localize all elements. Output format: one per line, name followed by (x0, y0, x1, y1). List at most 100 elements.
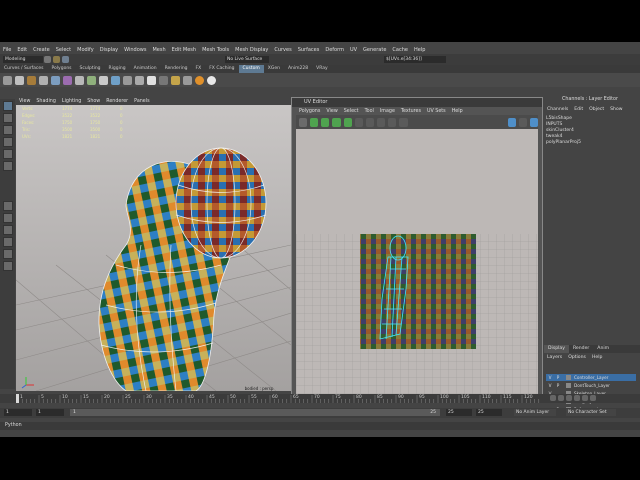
paint-icon[interactable] (27, 75, 36, 85)
menu-help[interactable]: Help (411, 47, 428, 53)
tab-curves-surfaces[interactable]: Curves / Surfaces (0, 65, 48, 73)
menu-mesh-display[interactable]: Mesh Display (232, 47, 271, 53)
gear-icon[interactable] (171, 75, 180, 85)
single-view-layout-button[interactable] (3, 201, 13, 211)
play-icon[interactable] (574, 395, 580, 401)
anim-layer-dropdown[interactable]: No Anim Layer (514, 409, 556, 416)
tab-anim228[interactable]: Anim228 (284, 65, 312, 73)
persp-layout-button[interactable] (3, 261, 13, 271)
merge-icon[interactable] (159, 75, 168, 85)
channel-menu-object[interactable]: Object (586, 107, 607, 114)
current-frame-marker[interactable] (16, 394, 19, 403)
bridge-icon[interactable] (147, 75, 156, 85)
scale-icon[interactable] (63, 75, 72, 85)
rotate-icon[interactable] (51, 75, 60, 85)
tab-animation[interactable]: Animation (130, 65, 161, 73)
layer-name[interactable]: DontTouch_Layer (574, 383, 610, 388)
menu-deform[interactable]: Deform (322, 47, 347, 53)
menu-select[interactable]: Select (53, 47, 74, 53)
viewport-menu-panels[interactable]: Panels (131, 99, 152, 104)
playback-end-field[interactable]: 25 (446, 409, 472, 416)
bevel-icon[interactable] (123, 75, 132, 85)
mode-dropdown[interactable]: Modeling (3, 56, 43, 63)
select-tool-button[interactable] (3, 101, 13, 111)
mesh-icon[interactable] (111, 75, 120, 85)
channel-item[interactable]: polyPlanarProj5 (546, 140, 638, 146)
menu-curves[interactable]: Curves (271, 47, 294, 53)
channel-menu-edit[interactable]: Edit (571, 107, 586, 114)
scale-tool-button[interactable] (3, 161, 13, 171)
uv-grid-icon[interactable] (518, 117, 527, 127)
menu-edit-mesh[interactable]: Edit Mesh (169, 47, 199, 53)
script-icon[interactable] (75, 75, 84, 85)
uv-menu-select[interactable]: Select (341, 109, 362, 114)
menu-modify[interactable]: Modify (74, 47, 97, 53)
character-set-dropdown[interactable]: No Character Set (566, 409, 616, 416)
menu-mesh[interactable]: Mesh (149, 47, 168, 53)
uv-editor-titlebar[interactable]: UV Editor (292, 98, 542, 107)
uv-select-icon[interactable] (310, 117, 319, 127)
lasso-tool-button[interactable] (3, 113, 13, 123)
uv-toggle-icon[interactable] (299, 117, 308, 127)
move-icon[interactable] (39, 75, 48, 85)
go-end-icon[interactable] (590, 395, 596, 401)
channel-menu-show[interactable]: Show (607, 107, 625, 114)
layer-tab-render[interactable]: Render (569, 345, 593, 353)
command-line[interactable]: Python (0, 422, 640, 430)
layer-menu-layers[interactable]: Layers (544, 355, 565, 362)
layer-playback-toggle[interactable]: P (554, 383, 562, 388)
uv-rotate-icon[interactable] (377, 117, 386, 127)
selection-field[interactable]: $[UVs.e[34:36]] (384, 56, 446, 63)
four-view-layout-button[interactable] (3, 213, 13, 223)
tab-sculpting[interactable]: Sculpting (76, 65, 105, 73)
outliner-layout-button[interactable] (3, 237, 13, 247)
step-forward-icon[interactable] (582, 395, 588, 401)
go-start-icon[interactable] (550, 395, 556, 401)
side-layout-button[interactable] (3, 225, 13, 235)
paint-select-button[interactable] (3, 125, 13, 135)
cube-icon[interactable] (183, 75, 192, 85)
playback-start-field[interactable]: 1 (36, 409, 64, 416)
viewport-menu-shading[interactable]: Shading (33, 99, 59, 104)
uv-icon[interactable] (87, 75, 96, 85)
layer-row[interactable]: V P Controller_Layer (546, 374, 636, 381)
menu-generate[interactable]: Generate (360, 47, 389, 53)
layer-menu-help[interactable]: Help (589, 355, 605, 362)
tab-rigging[interactable]: Rigging (105, 65, 130, 73)
layer-color-swatch[interactable] (566, 375, 571, 380)
layer-tab-display[interactable]: Display (544, 345, 569, 353)
tab-custom[interactable]: Custom (238, 65, 264, 73)
viewport-menu-lighting[interactable]: Lighting (59, 99, 84, 104)
tab-vray[interactable]: VRay (312, 65, 332, 73)
uv-edge-icon[interactable] (332, 117, 341, 127)
skull-icon[interactable] (207, 75, 216, 85)
uv-menu-help[interactable]: Help (449, 109, 466, 114)
uv-menu-image[interactable]: Image (377, 109, 398, 114)
menu-file[interactable]: File (0, 47, 14, 53)
tab-fx[interactable]: FX (192, 65, 206, 73)
menu-surfaces[interactable]: Surfaces (295, 47, 323, 53)
uv-flip-icon[interactable] (365, 117, 375, 127)
layer-visibility-toggle[interactable]: V (546, 383, 554, 388)
tab-fx-caching[interactable]: FX Caching (205, 65, 238, 73)
rotate-tool-button[interactable] (3, 149, 13, 159)
uv-shell-icon[interactable] (354, 117, 363, 127)
graph-layout-button[interactable] (3, 249, 13, 259)
save-scene-icon[interactable] (62, 56, 69, 63)
uv-checker-icon[interactable] (507, 117, 516, 127)
command-language-label[interactable]: Python (5, 422, 22, 430)
uv-menu-uv-sets[interactable]: UV Sets (424, 109, 449, 114)
time-slider[interactable]: 1 5 10 15 20 25 30 35 40 45 50 55 60 65 70 75 80 85 90 95 10… (0, 394, 640, 403)
tab-xgen[interactable]: XGen (264, 65, 284, 73)
live-surface-field[interactable]: No Live Surface (225, 56, 269, 63)
layer-menu-options[interactable]: Options (565, 355, 589, 362)
menu-display[interactable]: Display (97, 47, 121, 53)
viewport-menu-renderer[interactable]: Renderer (103, 99, 131, 104)
uv-canvas[interactable] (296, 129, 538, 397)
layer-playback-toggle[interactable]: P (554, 375, 562, 380)
extrude-icon[interactable] (135, 75, 144, 85)
menu-create[interactable]: Create (30, 47, 53, 53)
menu-edit[interactable]: Edit (14, 47, 30, 53)
uv-menu-tool[interactable]: Tool (362, 109, 377, 114)
range-slider[interactable]: 1 25 (70, 409, 440, 416)
